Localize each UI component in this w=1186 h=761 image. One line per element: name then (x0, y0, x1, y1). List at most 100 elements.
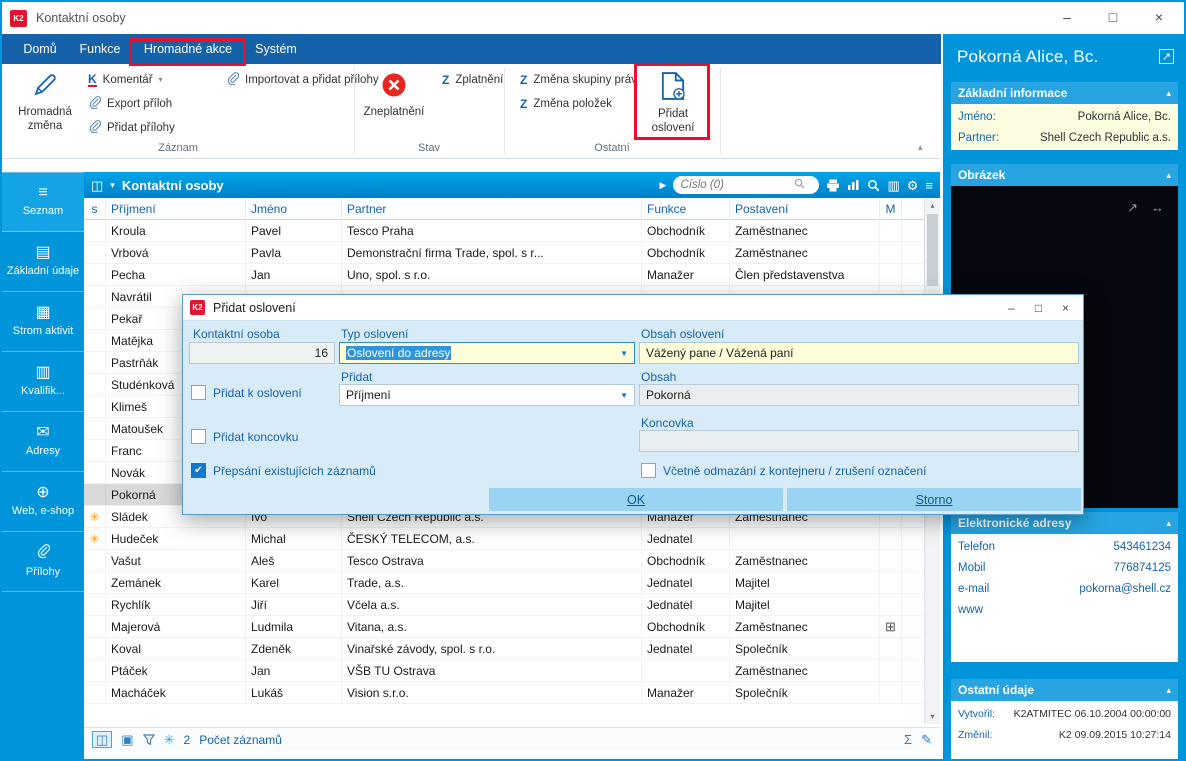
tab-hromadne-akce[interactable]: Hromadné akce (132, 34, 244, 64)
menu-icon[interactable]: ≡ (925, 179, 933, 192)
table-row[interactable]: VašutAlešTesco OstravaObchodníkZaměstnan… (84, 550, 924, 572)
open-external-icon[interactable]: ↗ (1159, 49, 1174, 64)
table-row[interactable]: MajerováLudmilaVitana, a.s.ObchodníkZamě… (84, 616, 924, 638)
checkbox-vcetne-odmazani[interactable]: ✔ Včetně odmazání z kontejneru / zrušení… (641, 463, 927, 478)
sidebar-item-z-kladn-daje[interactable]: ▤Základní údaje (2, 232, 84, 292)
search-box[interactable] (673, 176, 819, 194)
panes-icon[interactable]: ◫ (91, 179, 103, 192)
minimize-button[interactable]: – (1044, 2, 1090, 32)
chevron-down-icon[interactable]: ▾ (110, 181, 115, 190)
section-header-ostatni-udaje[interactable]: Ostatní údaje ▴ (951, 679, 1178, 701)
status-cell (84, 308, 106, 329)
filter-icon[interactable] (143, 734, 155, 746)
pridat-combo[interactable]: Příjmení ▼ (339, 384, 635, 406)
extra-cell (902, 616, 924, 637)
column-header-Jméno[interactable]: Jméno (246, 198, 342, 220)
dialog-maximize-button[interactable]: □ (1025, 295, 1052, 321)
dialog-titlebar: K2 Přidat oslovení – □ × (183, 295, 1083, 321)
export-attachments-button[interactable]: Export příloh (82, 92, 181, 115)
view-panel-icon[interactable]: ◫ (92, 731, 112, 748)
dropdown-arrow-icon[interactable]: ▼ (620, 349, 628, 358)
find-icon[interactable] (867, 179, 880, 192)
extra-cell (902, 638, 924, 659)
change-items-button[interactable]: Z Změna položek (514, 92, 643, 115)
column-header-M[interactable]: M (880, 198, 902, 220)
open-image-icon[interactable]: ↗ (1127, 200, 1138, 216)
comment-button[interactable]: K Komentář ▾ (82, 68, 181, 91)
close-button[interactable]: × (1136, 2, 1182, 32)
storno-button[interactable]: Storno (787, 488, 1081, 511)
search-input[interactable] (680, 179, 790, 191)
checkbox-prepsani-zaznamu[interactable]: ✔ Přepsání existujících záznamů (191, 463, 376, 478)
dialog-close-button[interactable]: × (1052, 295, 1079, 321)
sidebar-item-seznam[interactable]: ≡Seznam (2, 172, 84, 232)
sidebar-item-p-lohy[interactable]: Přílohy (2, 532, 84, 592)
asterisk-icon[interactable]: ✳ (164, 733, 175, 746)
table-row[interactable]: ZemánekKarelTrade, a.s.JednatelMajitel (84, 572, 924, 594)
add-salutation-button[interactable]: Přidat oslovení (640, 67, 706, 139)
table-row[interactable]: PechaJanUno, spol. s r.o.ManažerČlen pře… (84, 264, 924, 286)
table-row[interactable]: KroulaPavelTesco PrahaObchodníkZaměstnan… (84, 220, 924, 242)
table-row[interactable]: KovalZdeněkVinařské závody, spol. s r.o.… (84, 638, 924, 660)
play-icon[interactable]: ▶ (660, 181, 667, 190)
collapse-ribbon-icon[interactable]: ▴ (918, 142, 923, 153)
scroll-down-icon[interactable]: ▾ (925, 709, 940, 724)
column-header-Postavení[interactable]: Postavení (730, 198, 880, 220)
tab-system[interactable]: Systém (244, 34, 308, 64)
table-row[interactable]: ✳HudečekMichalČESKÝ TELECOM, a.s.Jednate… (84, 528, 924, 550)
obsah-field[interactable]: Pokorná (639, 384, 1079, 406)
chart-icon[interactable] (847, 179, 860, 191)
checkbox-pridat-k-osloveni[interactable]: ✔ Přidat k oslovení (191, 385, 302, 400)
view-form-icon[interactable]: ▣ (121, 733, 133, 746)
fit-width-icon[interactable]: ↔ (1151, 200, 1164, 215)
table-row[interactable]: PtáčekJanVŠB TU OstravaZaměstnanec (84, 660, 924, 682)
cell: Lukáš (246, 682, 342, 703)
cell: Koval (106, 638, 246, 659)
kontaktni-osoba-field[interactable]: 16 (189, 342, 335, 364)
koncovka-field[interactable] (639, 430, 1079, 452)
add-attachments-button[interactable]: Přidat přílohy (82, 116, 181, 139)
sidebar-item-adresy[interactable]: ✉Adresy (2, 412, 84, 472)
checkbox-icon: ✔ (191, 429, 206, 444)
checkbox-pridat-koncovku[interactable]: ✔ Přidat koncovku (191, 429, 298, 444)
column-header-Příjmení[interactable]: Příjmení (106, 198, 246, 220)
sidebar-item-web-e-shop[interactable]: ⊕Web, e-shop (2, 472, 84, 532)
column-header-Funkce[interactable]: Funkce (642, 198, 730, 220)
invalidate-button[interactable]: Zneplatnění (358, 67, 430, 139)
tab-funkce[interactable]: Funkce (68, 34, 132, 64)
column-header-Partner[interactable]: Partner (342, 198, 642, 220)
cell: Pavel (246, 220, 342, 241)
settings-gear-icon[interactable]: ⚙ (907, 179, 919, 192)
obsah-osloveni-field[interactable]: Vážený pane / Vážená paní (639, 342, 1079, 364)
scroll-up-icon[interactable]: ▴ (925, 198, 940, 213)
sum-icon[interactable]: Σ (904, 733, 912, 746)
table-row[interactable]: VrbováPavlaDemonstrační firma Trade, spo… (84, 242, 924, 264)
sidebar-item-strom-aktivit[interactable]: ▦Strom aktivit (2, 292, 84, 352)
sidebar-item-kvalifik[interactable]: ▥Kvalifik... (2, 352, 84, 412)
typ-osloveni-combo[interactable]: Oslovení do adresy ▼ (339, 342, 635, 364)
group-label-zaznam: Záznam (2, 142, 354, 157)
bulk-change-button[interactable]: Hromadná změna (10, 67, 80, 139)
tab-domu[interactable]: Domů (12, 34, 68, 64)
columns-icon[interactable]: ▥ (887, 179, 899, 192)
column-header-s[interactable]: s (84, 198, 106, 220)
table-row[interactable]: RychlíkJiříVčela a.s.JednatelMajitel (84, 594, 924, 616)
section-header-obrazek[interactable]: Obrázek ▴ (951, 164, 1178, 186)
print-icon[interactable] (826, 179, 840, 192)
validate-button[interactable]: Z Zplatnění (436, 68, 509, 91)
column-header-extra[interactable] (902, 198, 924, 220)
cell: Zemánek (106, 572, 246, 593)
dropdown-arrow-icon[interactable]: ▼ (620, 391, 628, 400)
status-cell (84, 572, 106, 593)
change-rights-group-button[interactable]: Z Změna skupiny práv (514, 68, 643, 91)
section-header-zakladni-informace[interactable]: Základní informace ▴ (951, 82, 1178, 104)
field-value: 543461234 (1113, 541, 1171, 553)
scroll-thumb[interactable] (927, 214, 938, 286)
ribbon-tabbar: Domů Funkce Hromadné akce Systém (2, 34, 941, 64)
edit-pencil-icon[interactable]: ✎ (921, 733, 932, 746)
section-elektronicke-adresy: Telefon543461234Mobil776874125e-mailpoko… (951, 534, 1178, 662)
maximize-button[interactable]: □ (1090, 2, 1136, 32)
dialog-minimize-button[interactable]: – (998, 295, 1025, 321)
table-row[interactable]: MacháčekLukášVision s.r.o.ManažerSpolečn… (84, 682, 924, 704)
ok-button[interactable]: OK (489, 488, 783, 511)
